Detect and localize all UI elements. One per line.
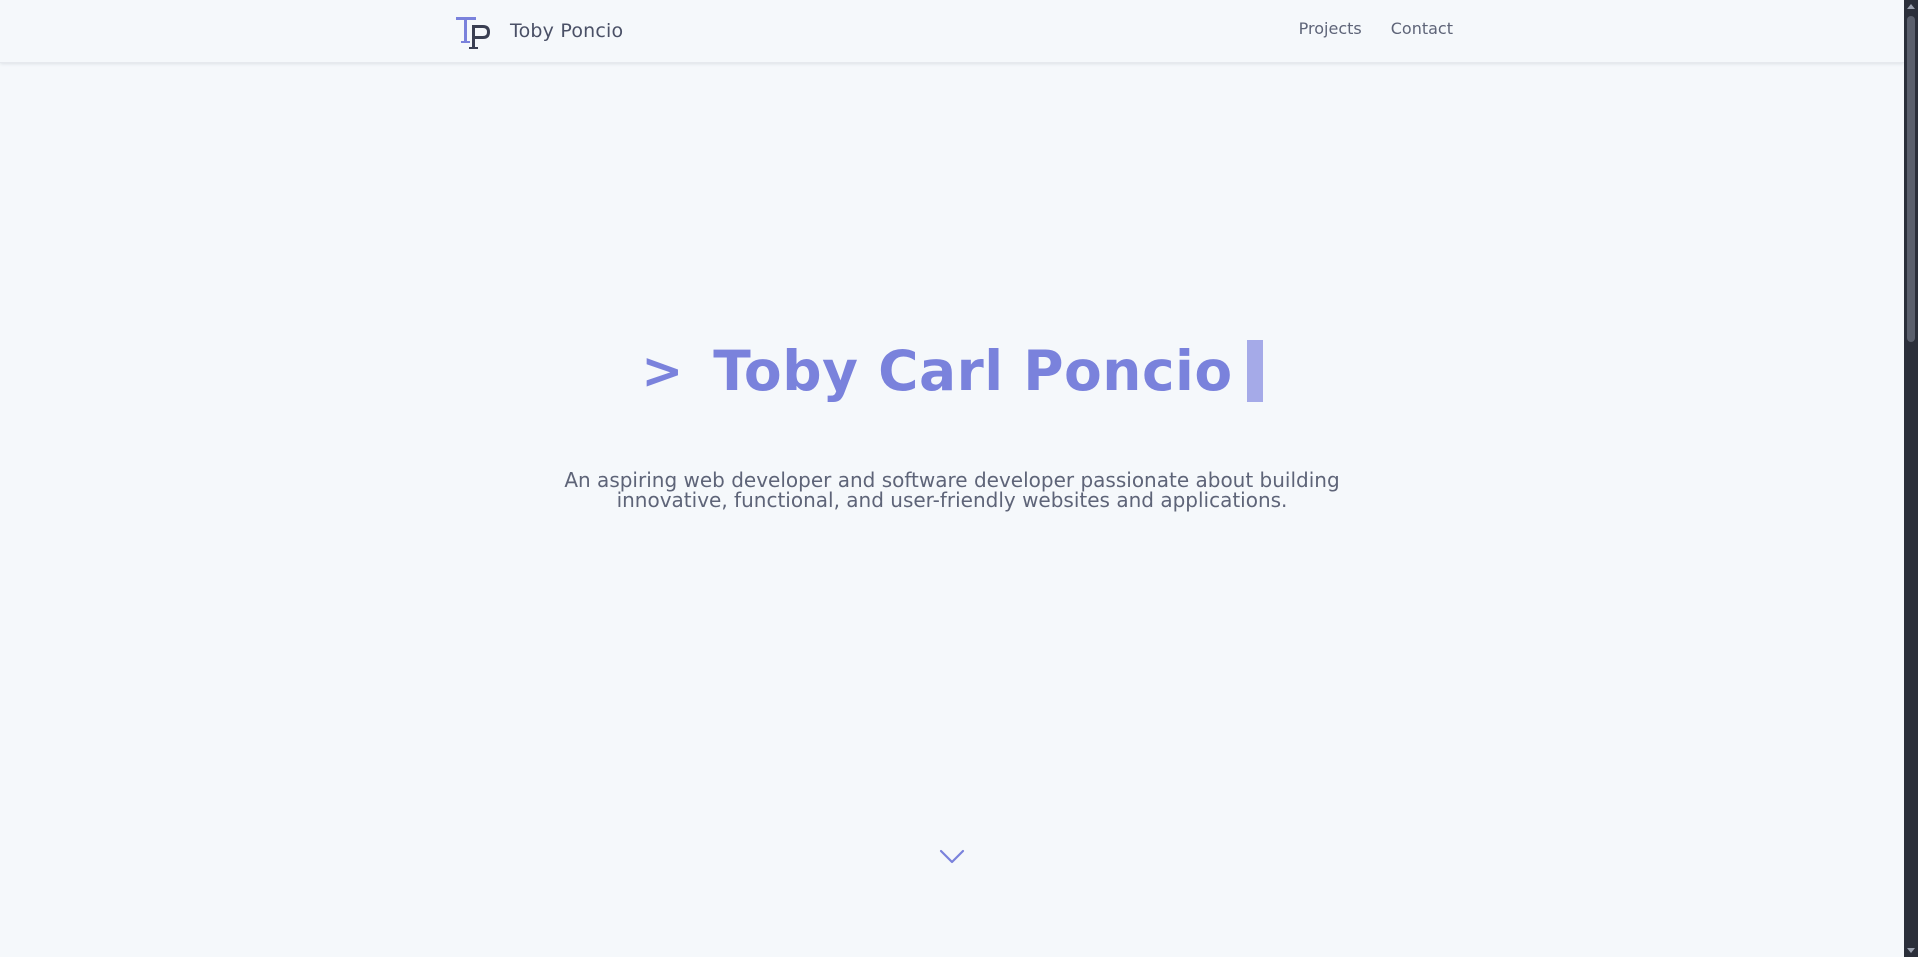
navbar: Toby Poncio Projects Contact [0, 0, 1904, 63]
chevron-down-icon[interactable] [939, 848, 965, 866]
nav-links: Projects Contact [1299, 19, 1453, 38]
vertical-scrollbar[interactable] [1904, 0, 1918, 957]
hero-title: > Toby Carl Poncio [0, 336, 1904, 406]
scroll-up-arrow-icon[interactable] [1907, 4, 1915, 9]
nav-contact-link[interactable]: Contact [1391, 19, 1453, 38]
nav-projects-link[interactable]: Projects [1299, 19, 1362, 38]
prompt-symbol: > [641, 342, 684, 400]
hero-tagline: An aspiring web developer and software d… [0, 470, 1904, 510]
scrollbar-thumb[interactable] [1907, 16, 1915, 342]
typing-cursor [1246, 340, 1263, 402]
brand-link[interactable]: Toby Poncio [454, 10, 623, 52]
hero-name: Toby Carl Poncio [713, 339, 1233, 403]
brand-name: Toby Poncio [510, 20, 624, 42]
tp-monogram-logo-icon [456, 17, 490, 49]
tagline-line-1: An aspiring web developer and software d… [564, 468, 1340, 492]
page: Toby Poncio Projects Contact > Toby Carl… [0, 0, 1918, 957]
tagline-line-2: innovative, functional, and user-friendl… [616, 488, 1288, 512]
scroll-down-arrow-icon[interactable] [1907, 948, 1915, 953]
